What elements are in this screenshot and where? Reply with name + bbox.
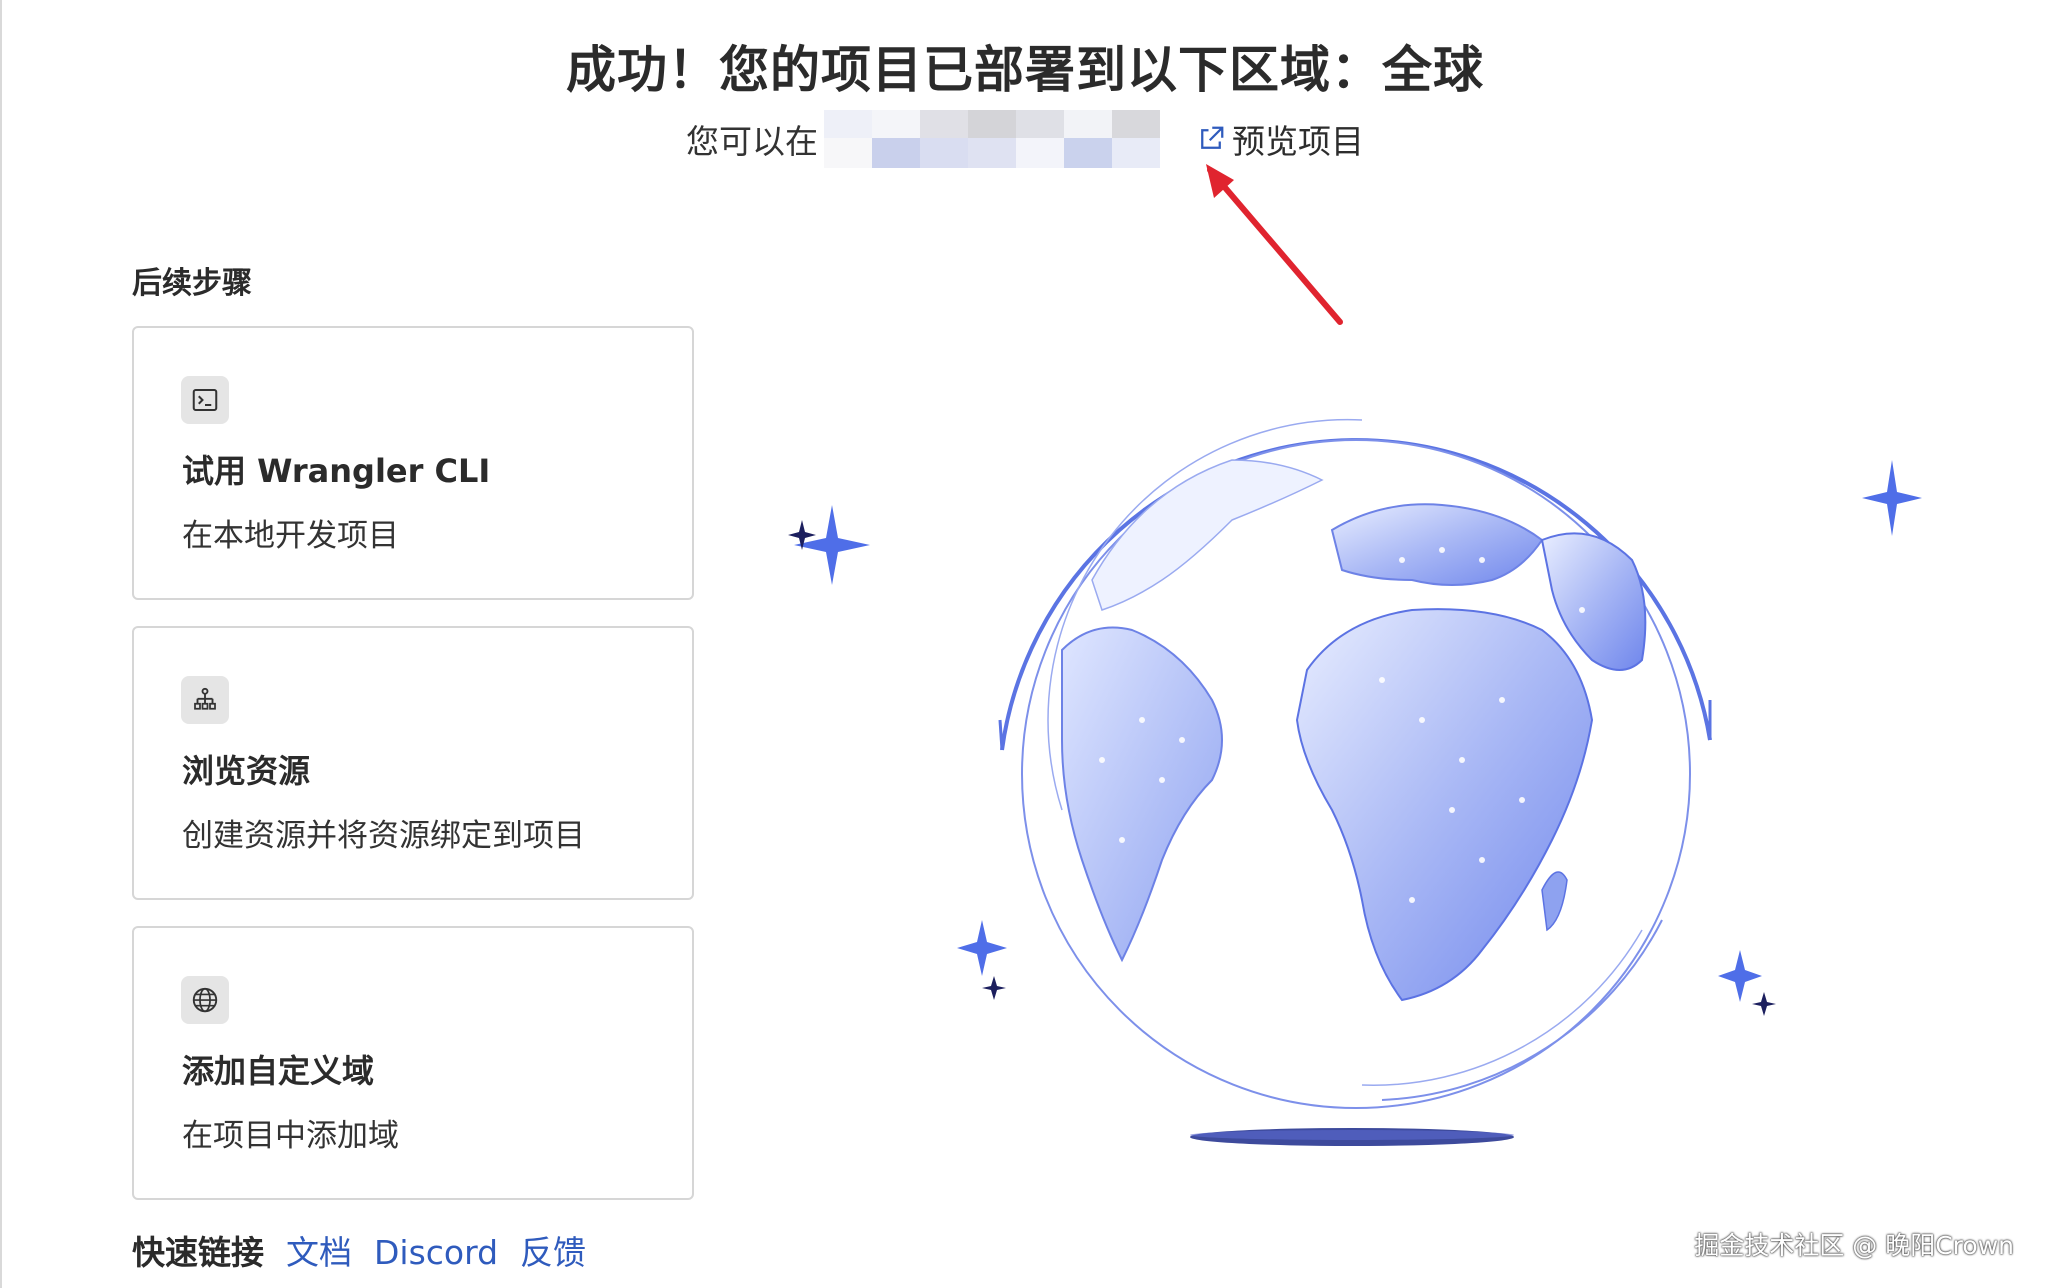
card-desc: 在项目中添加域 (182, 1118, 399, 1154)
preview-prefix: 您可以在 (686, 122, 818, 161)
discord-link[interactable]: Discord (374, 1233, 498, 1272)
card-title: 试用 Wrangler CLI (182, 452, 491, 490)
globe-illustration (788, 164, 1922, 1146)
card-desc: 在本地开发项目 (182, 518, 399, 554)
external-link-icon[interactable] (1196, 124, 1226, 154)
watermark: 掘金技术社区 @ 晚阳Crown (1694, 1231, 2014, 1260)
docs-link[interactable]: 文档 (286, 1226, 352, 1274)
preview-project-link[interactable]: 预览项目 (1232, 115, 1364, 163)
deploy-success-page: 成功！您的项目已部署到以下区域：全球 您可以在 预览项目 后续步骤 试用 Wra… (0, 0, 2048, 1288)
next-steps-heading: 后续步骤 (132, 266, 252, 301)
quick-links-label: 快速链接 (132, 1233, 264, 1272)
card-title: 添加自定义域 (182, 1052, 375, 1090)
page-title: 成功！您的项目已部署到以下区域：全球 (566, 41, 1484, 99)
sitemap-icon (181, 676, 229, 724)
card-browse-resources[interactable]: 浏览资源 创建资源并将资源绑定到项目 (132, 626, 694, 900)
terminal-icon (181, 376, 229, 424)
quick-links: 快速链接 文档 Discord 反馈 (132, 1226, 586, 1274)
annotation-arrow (1206, 164, 1343, 325)
card-custom-domain[interactable]: 添加自定义域 在项目中添加域 (132, 926, 694, 1200)
card-wrangler-cli[interactable]: 试用 Wrangler CLI 在本地开发项目 (132, 326, 694, 600)
feedback-link[interactable]: 反馈 (520, 1226, 586, 1274)
card-desc: 创建资源并将资源绑定到项目 (182, 818, 585, 854)
globe-icon (181, 976, 229, 1024)
card-title: 浏览资源 (182, 752, 311, 790)
